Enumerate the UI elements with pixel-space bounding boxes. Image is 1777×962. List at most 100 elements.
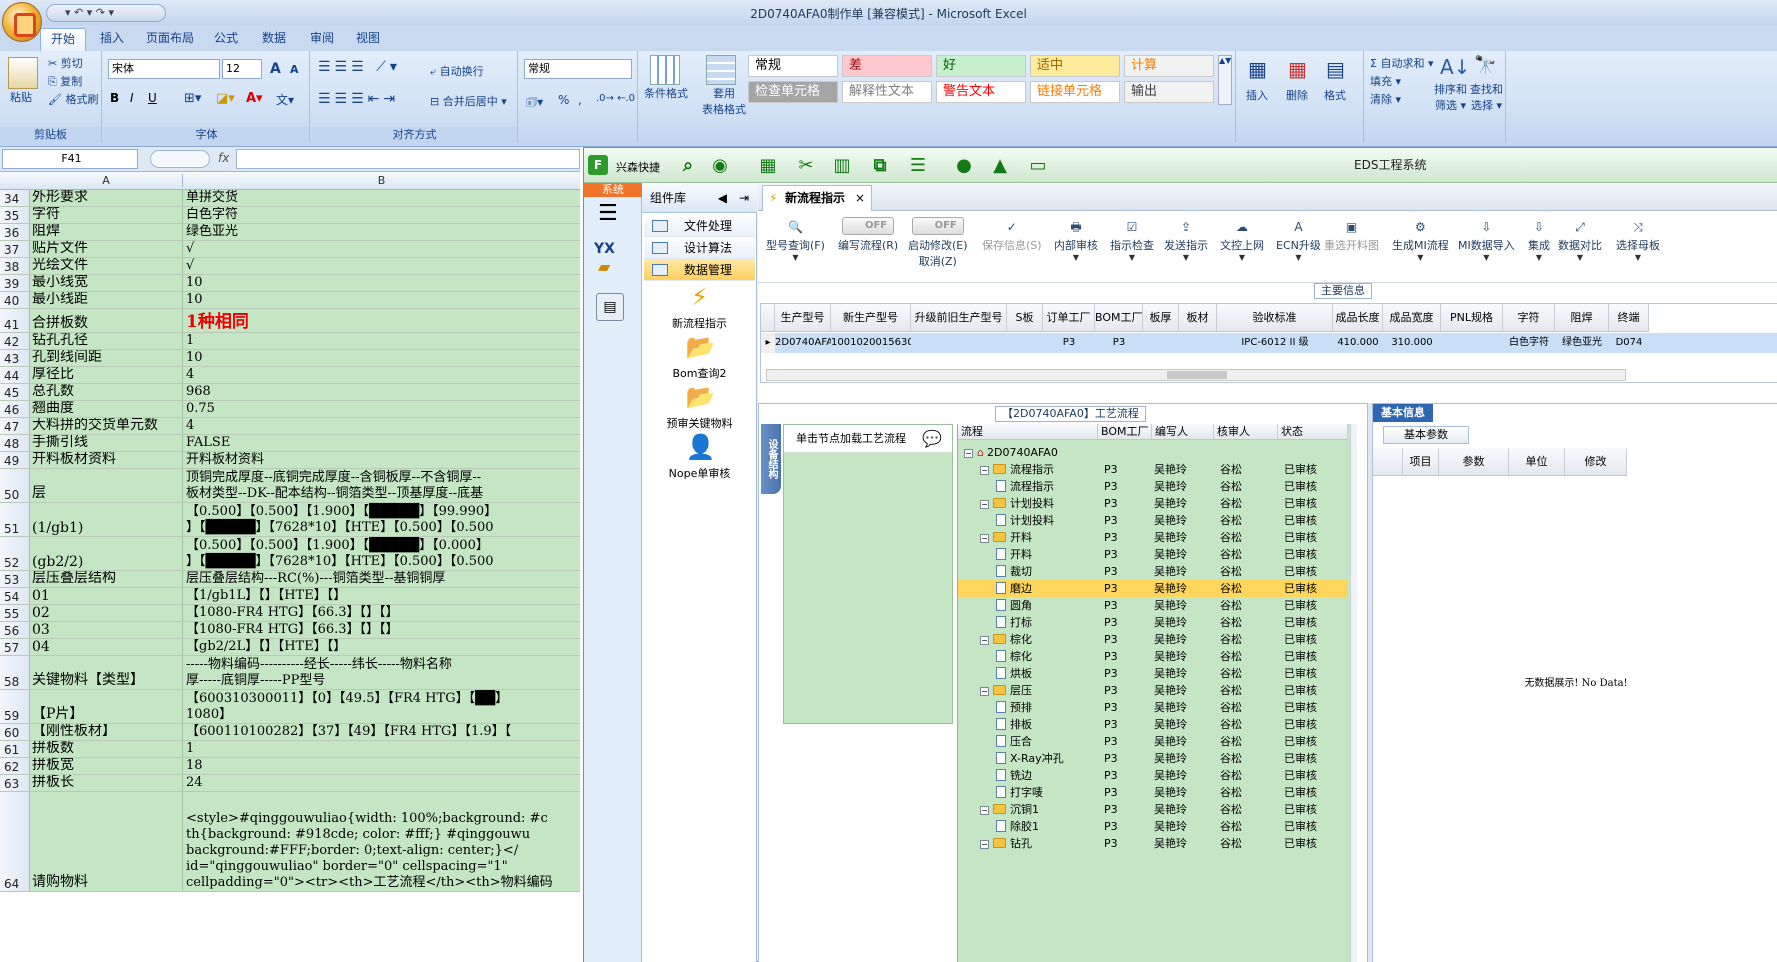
expand-toggle-icon[interactable]: −: [980, 840, 989, 849]
cell-b[interactable]: 【1/gb1L】【】【HTE】【】: [183, 588, 580, 604]
row-selector-icon[interactable]: ▸: [761, 333, 775, 353]
row-number[interactable]: 59: [0, 690, 30, 723]
grid-column-header[interactable]: 终端: [1609, 304, 1649, 332]
accounting-icon[interactable]: 🗊▾: [526, 93, 543, 114]
expand-toggle-icon[interactable]: −: [980, 806, 989, 815]
tree-node[interactable]: 打字唛 P3 吴艳玲 谷松 已审核: [958, 784, 1348, 801]
wrap-text-button[interactable]: ⤶ 自动换行: [430, 63, 484, 79]
toolbar-button[interactable]: ✓ 保存信息(S): [982, 219, 1042, 253]
cell-b[interactable]: 层压叠层结构---RC(%)---铜箔类型--基铜铜厚: [183, 571, 580, 587]
dropdown-caret-icon[interactable]: ▼: [1054, 253, 1098, 262]
row-number[interactable]: 38: [0, 258, 30, 274]
bold-button[interactable]: B: [110, 91, 119, 105]
dropdown-caret-icon[interactable]: ▼: [1528, 253, 1550, 262]
grid-column-header[interactable]: 升级前旧生产型号: [911, 304, 1007, 332]
row-number[interactable]: 63: [0, 775, 30, 791]
toolbar-button[interactable]: ▣ 重选开料图: [1324, 219, 1379, 253]
ribbon-tab[interactable]: 页面布局: [140, 28, 200, 51]
collapse-icon[interactable]: ◀: [718, 183, 727, 213]
valign-icons[interactable]: ☰☰☰ ⟋▾: [318, 59, 401, 75]
row-number[interactable]: 58: [0, 656, 30, 689]
toolbar-button[interactable]: ☁ 文控上网 ▼: [1220, 219, 1264, 262]
toolbar-button[interactable]: ⚙ 生成MI流程 ▼: [1392, 219, 1449, 262]
dropdown-caret-icon[interactable]: ▼: [1458, 253, 1515, 262]
list-icon[interactable]: ☰: [906, 155, 930, 177]
grid-cell[interactable]: 绿色亚光: [1555, 333, 1609, 353]
tab-new-process[interactable]: ⚡ 新流程指示 ×: [762, 185, 872, 211]
tree-scrollbar[interactable]: [1350, 424, 1357, 962]
cell-a[interactable]: 钻孔孔径: [30, 333, 183, 349]
device-structure-tab[interactable]: 设备结构: [761, 424, 781, 494]
row-number[interactable]: 47: [0, 418, 30, 434]
toolbar-button[interactable]: ⤨ 选择母板 ▼: [1616, 219, 1660, 262]
comma-button[interactable]: ,: [578, 93, 582, 107]
row-number[interactable]: 53: [0, 571, 30, 587]
ribbon-tab[interactable]: 公式: [206, 28, 246, 51]
row-number[interactable]: 54: [0, 588, 30, 604]
tree-node[interactable]: − 层压 P3 吴艳玲 谷松 已审核: [958, 682, 1348, 699]
italic-button[interactable]: I: [130, 91, 134, 105]
tree-node[interactable]: 裁切 P3 吴艳玲 谷松 已审核: [958, 563, 1348, 580]
library-item[interactable]: 设计算法: [644, 237, 755, 259]
font-name-select[interactable]: 宋体: [108, 59, 220, 79]
cell-b[interactable]: 白色字符: [183, 207, 580, 223]
grid-column-header[interactable]: S板: [1007, 304, 1043, 332]
tree-column-header[interactable]: 编写人: [1152, 424, 1214, 440]
basic-column-header[interactable]: 项目: [1403, 448, 1439, 476]
cell-a[interactable]: 合拼板数: [30, 309, 183, 332]
ribbon-tab[interactable]: 视图: [348, 28, 388, 51]
row-number[interactable]: 35: [0, 207, 30, 223]
tree-node[interactable]: − 钻孔 P3 吴艳玲 谷松 已审核: [958, 835, 1348, 852]
ribbon-tab[interactable]: 审阅: [302, 28, 342, 51]
toolbar-button[interactable]: ☑ 指示检查 ▼: [1110, 219, 1154, 262]
cell-b[interactable]: 10: [183, 292, 580, 308]
row-number[interactable]: 52: [0, 537, 30, 570]
cell-a[interactable]: 02: [30, 605, 183, 621]
fill-button[interactable]: 填充 ▾: [1370, 73, 1401, 89]
system-button[interactable]: 系统: [584, 183, 642, 197]
tree-node[interactable]: 开料 P3 吴艳玲 谷松 已审核: [958, 546, 1348, 563]
toolbar-button[interactable]: 🖶 内部审核 ▼: [1054, 219, 1098, 262]
toggle-switch[interactable]: OFF: [842, 217, 895, 235]
cell-a[interactable]: 01: [30, 588, 183, 604]
dropdown-caret-icon[interactable]: ▼: [1276, 253, 1321, 262]
phonetic-icon[interactable]: 文▾: [276, 91, 294, 108]
autosum-button[interactable]: Σ 自动求和 ▾: [1370, 55, 1433, 71]
cut-button[interactable]: ✂ 剪切: [48, 55, 83, 71]
library-tool[interactable]: 📂 预审关键物料: [642, 383, 757, 431]
grid-column-header[interactable]: BOM工厂: [1095, 304, 1143, 332]
basic-info-header[interactable]: 基本信息: [1373, 404, 1433, 422]
style-cell[interactable]: 常规: [748, 55, 838, 77]
cell-b[interactable]: 【0.500】【0.500】【1.900】【█████】【99.990】 】【█…: [183, 503, 580, 536]
expand-toggle-icon[interactable]: −: [980, 500, 989, 509]
cell-a[interactable]: 孔到线间距: [30, 350, 183, 366]
cell-a[interactable]: 【P片】: [30, 690, 183, 723]
tree-column-header[interactable]: 流程: [958, 424, 1098, 440]
tree-column-header[interactable]: 状态: [1278, 424, 1348, 440]
row-number[interactable]: 49: [0, 452, 30, 468]
pin-icon[interactable]: ⇥: [739, 183, 749, 213]
formula-input[interactable]: [236, 149, 580, 169]
grid-cell[interactable]: P3: [1095, 333, 1143, 353]
cell-a[interactable]: 阻焊: [30, 224, 183, 240]
ribbon-tab[interactable]: 数据: [254, 28, 294, 51]
expand-toggle-icon[interactable]: −: [964, 449, 973, 458]
toolbar-button[interactable]: OFF 启动修改(E) 取消(Z): [908, 217, 968, 269]
library-tool[interactable]: 📂 Bom查询2: [642, 333, 757, 381]
grid-cell[interactable]: 2D0740AFA0: [775, 333, 831, 353]
row-number[interactable]: 55: [0, 605, 30, 621]
basic-params-tab[interactable]: 基本参数: [1383, 426, 1469, 444]
row-number[interactable]: 60: [0, 724, 30, 740]
cell-a[interactable]: 贴片文件: [30, 241, 183, 257]
factory-icon[interactable]: ▰: [598, 257, 610, 276]
scroll-thumb[interactable]: [1167, 371, 1227, 379]
table-icon[interactable]: ▦: [756, 155, 780, 177]
copy-icon[interactable]: ⧉: [868, 155, 892, 177]
row-number[interactable]: 57: [0, 639, 30, 655]
library-tool[interactable]: 👤 Nope单审核: [642, 433, 757, 481]
grid-column-header[interactable]: 验收标准: [1217, 304, 1333, 332]
clear-button[interactable]: 清除 ▾: [1370, 91, 1401, 107]
monitor-icon[interactable]: ▭: [1026, 155, 1050, 177]
toolbar-button[interactable]: ⇩ MI数据导入 ▼: [1458, 219, 1515, 262]
cell-b[interactable]: 10: [183, 275, 580, 291]
